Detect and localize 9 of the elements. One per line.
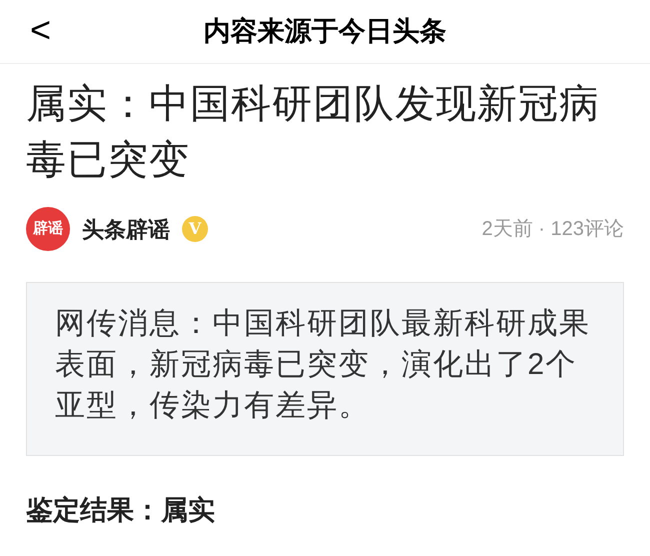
article-title: 属实：中国科研团队发现新冠病毒已突变 bbox=[26, 81, 601, 184]
quote-text: 网传消息：中国科研团队最新科研成果表面，新冠病毒已突变，演化出了2个亚型，传染力有差异。 bbox=[55, 306, 592, 424]
back-button[interactable]: < bbox=[30, 6, 52, 54]
avatar: 辟谣 bbox=[26, 207, 70, 251]
result-heading: 鉴定结果：属实 bbox=[26, 494, 216, 527]
page-title: 内容来源于今日头条 bbox=[204, 15, 446, 48]
post-meta: 2天前 · 123评论 bbox=[482, 217, 624, 242]
author-name: 头条辟谣 bbox=[82, 216, 170, 244]
verified-badge: V bbox=[182, 216, 208, 242]
